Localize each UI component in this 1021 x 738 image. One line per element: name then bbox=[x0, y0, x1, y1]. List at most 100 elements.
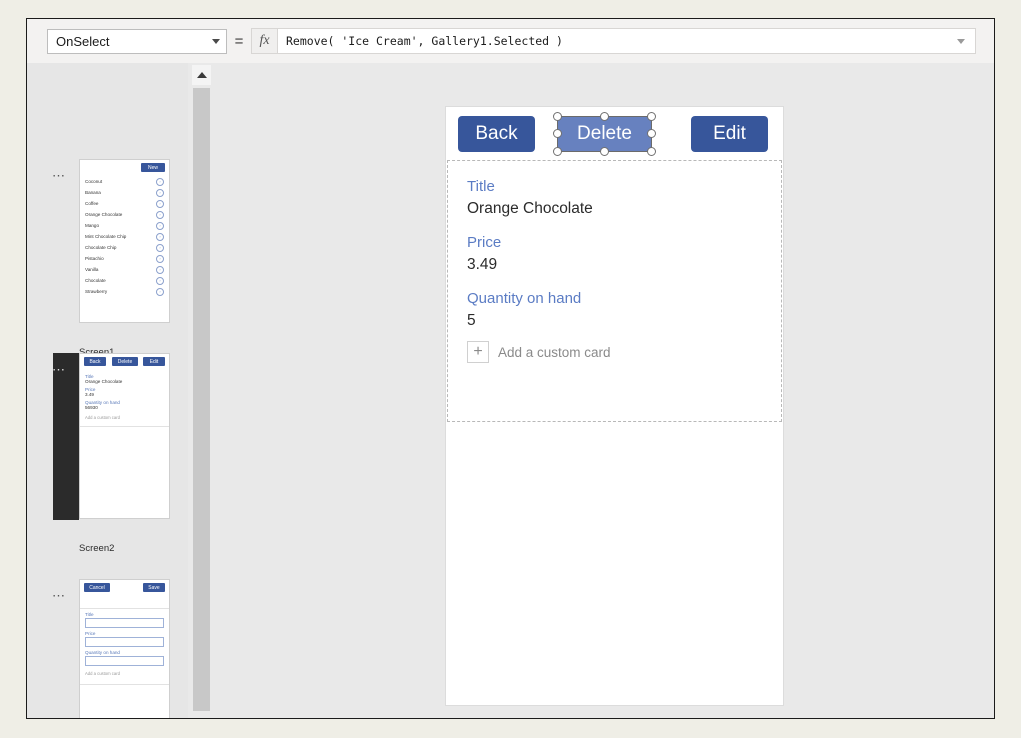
field-value-price[interactable]: 3.49 bbox=[467, 256, 497, 274]
back-button[interactable]: Back bbox=[458, 116, 535, 152]
mini-back-button: Back bbox=[84, 357, 106, 366]
mini-text-input bbox=[85, 637, 164, 647]
mini-field-label: Title bbox=[85, 612, 94, 617]
list-item-label: Chocolate bbox=[85, 278, 106, 283]
mini-save-button: Save bbox=[143, 583, 165, 592]
list-item-label: Mango bbox=[85, 223, 100, 228]
list-item: Coconut › bbox=[80, 176, 169, 187]
mini-cancel-button: Cancel bbox=[84, 583, 110, 592]
list-item: Orange Chocolate › bbox=[80, 209, 169, 220]
list-item: Mango › bbox=[80, 220, 169, 231]
mini-text-input bbox=[85, 618, 164, 628]
mini-field-value: 3.49 bbox=[85, 392, 94, 397]
chevron-right-icon: › bbox=[156, 243, 164, 252]
chevron-right-icon: › bbox=[156, 221, 164, 230]
list-item: Chocolate › bbox=[80, 275, 169, 286]
field-label-title: Title bbox=[467, 178, 495, 195]
rail-scrollbar[interactable] bbox=[188, 63, 215, 718]
list-item-label: Chocolate Chip bbox=[85, 245, 117, 250]
screen-thumbnail-screen2[interactable]: ⋯ Back Delete Edit Title Orange Chocolat… bbox=[27, 353, 188, 558]
screen2-preview[interactable]: Back Delete Edit Title Orange Chocolate … bbox=[79, 353, 170, 519]
chevron-right-icon: › bbox=[156, 188, 164, 197]
resize-handle-top-left[interactable] bbox=[553, 112, 562, 121]
chevron-right-icon: › bbox=[156, 199, 164, 208]
screen1-preview[interactable]: New Coconut › Banana › Coffee › Orange Choc… bbox=[79, 159, 170, 323]
mini-field-label: Price bbox=[85, 631, 96, 636]
resize-handle-top-center[interactable] bbox=[600, 112, 609, 121]
chevron-right-icon: › bbox=[156, 276, 164, 285]
list-item-label: Coconut bbox=[85, 179, 103, 184]
mini-delete-button: Delete bbox=[112, 357, 138, 366]
list-item-label: Pistachio bbox=[85, 256, 104, 261]
field-label-price: Price bbox=[467, 234, 502, 251]
mini-gallery-list: Coconut › Banana › Coffee › Orange Chocolat… bbox=[80, 176, 169, 297]
list-item: Chocolate Chip › bbox=[80, 242, 169, 253]
resize-handle-bottom-left[interactable] bbox=[553, 147, 562, 156]
list-item: Mint Chocolate Chip › bbox=[80, 231, 169, 242]
list-item-label: Orange Chocolate bbox=[85, 212, 123, 217]
plus-icon[interactable]: + bbox=[467, 341, 489, 363]
screen3-preview[interactable]: Cancel Save Title Price Quantity on hand… bbox=[79, 579, 170, 718]
list-item-label: Strawberry bbox=[85, 289, 108, 294]
equals-sign: = bbox=[234, 32, 244, 50]
property-dropdown-label: OnSelect bbox=[56, 33, 110, 49]
list-item: Vanilla › bbox=[80, 264, 169, 275]
divider bbox=[80, 684, 169, 685]
chevron-down-icon bbox=[212, 38, 220, 44]
resize-handle-middle-left[interactable] bbox=[553, 129, 562, 138]
design-canvas[interactable]: Back Delete Edit Title Orange Chocolate bbox=[215, 63, 994, 718]
divider bbox=[80, 608, 169, 609]
list-item-label: Vanilla bbox=[85, 267, 99, 272]
ellipsis-icon[interactable]: ⋯ bbox=[52, 589, 66, 602]
ellipsis-icon[interactable]: ⋯ bbox=[52, 169, 66, 182]
chevron-right-icon: › bbox=[156, 287, 164, 296]
chevron-right-icon: › bbox=[156, 210, 164, 219]
mini-new-button: New bbox=[141, 163, 165, 172]
edit-button[interactable]: Edit bbox=[691, 116, 768, 152]
screen-rail: ⋯ New Coconut › Banana › Coffee › Orange Ch… bbox=[27, 63, 188, 718]
fx-icon[interactable]: fx bbox=[251, 28, 277, 54]
add-custom-card-label: Add a custom card bbox=[498, 344, 611, 360]
mini-field-value: 56930 bbox=[85, 405, 98, 410]
field-label-quantity: Quantity on hand bbox=[467, 290, 582, 307]
mini-text-input bbox=[85, 656, 164, 666]
mini-field-value: Orange Chocolate bbox=[85, 379, 123, 384]
chevron-right-icon: › bbox=[156, 177, 164, 186]
mini-field-label: Quantity on hand bbox=[85, 650, 120, 655]
mini-edit-button: Edit bbox=[143, 357, 165, 366]
property-dropdown[interactable]: OnSelect bbox=[47, 28, 227, 54]
list-item: Pistachio › bbox=[80, 253, 169, 264]
display-form[interactable]: Title Orange Chocolate Price 3.49 Quanti… bbox=[447, 160, 782, 422]
work-area: ⋯ New Coconut › Banana › Coffee › Orange Ch… bbox=[27, 63, 994, 718]
mini-add-card: Add a custom card bbox=[85, 671, 120, 676]
add-custom-card-row[interactable]: + Add a custom card bbox=[467, 341, 611, 363]
resize-handle-top-right[interactable] bbox=[647, 112, 656, 121]
ellipsis-icon[interactable]: ⋯ bbox=[52, 363, 66, 376]
field-value-quantity[interactable]: 5 bbox=[467, 312, 476, 330]
resize-handle-middle-right[interactable] bbox=[647, 129, 656, 138]
formula-bar: OnSelect = fx Remove( 'Ice Cream', Galle… bbox=[27, 19, 994, 63]
screen-thumbnail-screen1[interactable]: ⋯ New Coconut › Banana › Coffee › Orange Ch… bbox=[27, 159, 188, 359]
list-item: Coffee › bbox=[80, 198, 169, 209]
phone-screen[interactable]: Back Delete Edit Title Orange Chocolate bbox=[446, 107, 783, 705]
scroll-up-button[interactable] bbox=[192, 65, 211, 85]
formula-text: Remove( 'Ice Cream', Gallery1.Selected ) bbox=[286, 34, 563, 48]
screen-thumbnail-screen3[interactable]: ⋯ Cancel Save Title Price Quantity on ha… bbox=[27, 579, 188, 718]
scrollbar-thumb[interactable] bbox=[193, 88, 210, 711]
screen-thumbnail-label: Screen2 bbox=[79, 543, 115, 554]
chevron-right-icon: › bbox=[156, 232, 164, 241]
chevron-right-icon: › bbox=[156, 265, 164, 274]
screen-button-bar: Back Delete Edit bbox=[446, 107, 783, 160]
thumbnail-selection-bar bbox=[53, 353, 79, 520]
chevron-up-icon bbox=[196, 72, 207, 78]
field-value-title[interactable]: Orange Chocolate bbox=[467, 200, 593, 218]
resize-handle-bottom-right[interactable] bbox=[647, 147, 656, 156]
list-item: Strawberry › bbox=[80, 286, 169, 297]
list-item: Banana › bbox=[80, 187, 169, 198]
formula-input[interactable]: Remove( 'Ice Cream', Gallery1.Selected ) bbox=[277, 28, 976, 54]
mini-add-card: Add a custom card bbox=[85, 415, 120, 420]
list-item-label: Coffee bbox=[85, 201, 99, 206]
chevron-down-icon[interactable] bbox=[957, 38, 965, 44]
resize-handle-bottom-center[interactable] bbox=[600, 147, 609, 156]
list-item-label: Banana bbox=[85, 190, 101, 195]
